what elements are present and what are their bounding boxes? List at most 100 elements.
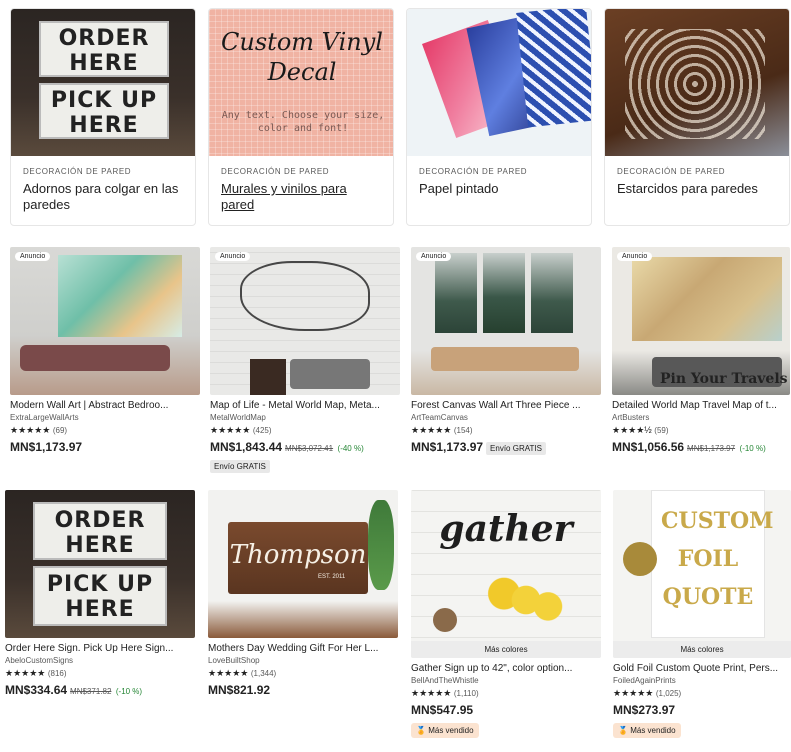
star-rating-icon: ★★★★★ xyxy=(210,425,251,435)
rating: ★★★★★ (69) xyxy=(10,425,200,436)
star-rating-icon: ★★★★★ xyxy=(411,425,452,435)
product-title[interactable]: Order Here Sign. Pick Up Here Sign... xyxy=(5,643,195,654)
category-kicker: DECORACIÓN DE PARED xyxy=(617,167,726,176)
ad-badge: Anuncio xyxy=(215,252,251,261)
bestseller-label: Más vendido xyxy=(630,726,676,735)
price: MN$821.92 xyxy=(208,683,271,697)
category-title[interactable]: Adornos para colgar en las paredes xyxy=(23,181,183,213)
category-card-wallpaper[interactable]: DECORACIÓN DE PARED Papel pintado xyxy=(406,8,592,226)
sofa xyxy=(431,347,579,371)
ad-badge: Anuncio xyxy=(416,252,452,261)
category-image xyxy=(407,9,591,156)
review-count: (425) xyxy=(252,426,272,435)
abstract-artwork xyxy=(58,255,182,337)
category-kicker: DECORACIÓN DE PARED xyxy=(23,167,132,176)
thompson-script: Thompson xyxy=(229,540,367,570)
canvas-panel-right xyxy=(531,253,573,333)
free-shipping-badge: Envío GRATIS xyxy=(486,442,546,455)
shop-name[interactable]: AbeloCustomSigns xyxy=(5,656,195,665)
product-card[interactable]: Anuncio Forest Canvas Wall Art Three Pie… xyxy=(411,247,601,456)
rating: ★★★★★ (154) xyxy=(411,425,601,436)
original-price: MN$3,072.41 xyxy=(285,444,334,453)
discount: (-10 %) xyxy=(115,687,143,696)
stencil-pattern xyxy=(625,29,765,139)
product-image[interactable]: ORDER HERE PICK UP HERE xyxy=(5,490,195,638)
product-title[interactable]: Gold Foil Custom Quote Print, Pers... xyxy=(613,663,791,674)
shop-name[interactable]: ArtBusters xyxy=(612,413,790,422)
bestseller-badge: 🏅 Más vendido xyxy=(411,723,479,738)
bird-figurine xyxy=(433,608,457,632)
rating: ★★★★★ (1,344) xyxy=(208,668,398,679)
original-price: MN$371.82 xyxy=(70,687,112,696)
category-card-hanging[interactable]: ORDER HERE PICK UP HERE DECORACIÓN DE PA… xyxy=(10,8,196,226)
wallpaper-sample-pattern xyxy=(516,9,591,128)
bestseller-label: Más vendido xyxy=(428,726,474,735)
est-text: EST. 2011 xyxy=(318,574,346,580)
review-count: (1,025) xyxy=(655,689,682,698)
product-image[interactable]: Anuncio xyxy=(10,247,200,395)
shop-name[interactable]: BellAndTheWhistle xyxy=(411,676,601,685)
ad-badge: Anuncio xyxy=(617,252,653,261)
shop-name[interactable]: LoveBuiltShop xyxy=(208,656,398,665)
review-count: (69) xyxy=(52,426,68,435)
product-card[interactable]: Anuncio Modern Wall Art | Abstract Bedro… xyxy=(10,247,200,456)
category-card-stencils[interactable]: DECORACIÓN DE PARED Estarcidos para pare… xyxy=(604,8,790,226)
price: MN$334.64 xyxy=(5,683,68,697)
price: MN$273.97 xyxy=(613,703,676,717)
product-card[interactable]: ORDER HERE PICK UP HERE Order Here Sign.… xyxy=(5,490,195,699)
product-card[interactable]: gather Más colores Gather Sign up to 42"… xyxy=(411,490,601,738)
shop-name[interactable]: MetalWorldMap xyxy=(210,413,400,422)
product-title[interactable]: Modern Wall Art | Abstract Bedroo... xyxy=(10,400,200,411)
category-title[interactable]: Murales y vinilos para pared xyxy=(221,181,381,213)
product-title[interactable]: Forest Canvas Wall Art Three Piece ... xyxy=(411,400,601,411)
review-count: (816) xyxy=(47,669,67,678)
more-colors-label[interactable]: Más colores xyxy=(613,641,791,658)
product-title[interactable]: Mothers Day Wedding Gift For Her L... xyxy=(208,643,398,654)
category-kicker: DECORACIÓN DE PARED xyxy=(419,167,528,176)
star-rating-icon: ★★★★★ xyxy=(208,668,249,678)
category-title[interactable]: Estarcidos para paredes xyxy=(617,181,777,197)
product-image[interactable]: Pin Your Travels Anuncio xyxy=(612,247,790,395)
review-count: (154) xyxy=(453,426,473,435)
chair xyxy=(290,359,370,389)
shop-name[interactable]: ArtTeamCanvas xyxy=(411,413,601,422)
canvas-panel-center xyxy=(483,253,525,333)
product-title[interactable]: Detailed World Map Travel Map of t... xyxy=(612,400,790,411)
shop-name[interactable]: ExtraLargeWallArts xyxy=(10,413,200,422)
sofa xyxy=(20,345,170,371)
rating: ★★★★½ (59) xyxy=(612,425,790,436)
side-table xyxy=(250,359,286,395)
bestseller-badge: 🏅 Más vendido xyxy=(613,723,681,738)
plant xyxy=(368,500,394,590)
product-title[interactable]: Gather Sign up to 42", color option... xyxy=(411,663,601,674)
medal-icon: 🏅 xyxy=(618,726,628,735)
rating: ★★★★★ (425) xyxy=(210,425,400,436)
price: MN$1,056.56 xyxy=(612,440,685,454)
product-card[interactable]: Pin Your Travels Anuncio Detailed World … xyxy=(612,247,790,456)
product-image[interactable]: Thompson EST. 2011 xyxy=(208,490,398,638)
product-image[interactable]: Anuncio xyxy=(411,247,601,395)
category-title[interactable]: Papel pintado xyxy=(419,181,579,197)
category-image: ORDER HERE PICK UP HERE xyxy=(11,9,195,156)
price: MN$547.95 xyxy=(411,703,474,717)
shop-name[interactable]: FoiledAgainPrints xyxy=(613,676,791,685)
category-card-murals[interactable]: Custom Vinyl Decal Any text. Choose your… xyxy=(208,8,394,226)
canvas-panel-left xyxy=(435,253,477,333)
category-image xyxy=(605,9,789,156)
star-rating-icon: ★★★★★ xyxy=(5,668,46,678)
more-colors-label[interactable]: Más colores xyxy=(411,641,601,658)
metal-world-map xyxy=(240,261,370,331)
foil-quote-text: CUSTOM FOIL QUOTE xyxy=(661,508,774,610)
product-image[interactable]: Anuncio xyxy=(210,247,400,395)
product-image[interactable]: CUSTOM FOIL QUOTE Más colores xyxy=(613,490,791,658)
product-card[interactable]: Anuncio Map of Life - Metal World Map, M… xyxy=(210,247,400,474)
rating: ★★★★★ (1,025) xyxy=(613,688,791,699)
product-title[interactable]: Map of Life - Metal World Map, Meta... xyxy=(210,400,400,411)
product-card[interactable]: CUSTOM FOIL QUOTE Más colores Gold Foil … xyxy=(613,490,791,738)
product-card[interactable]: Thompson EST. 2011 Mothers Day Wedding G… xyxy=(208,490,398,699)
product-image[interactable]: gather Más colores xyxy=(411,490,601,658)
world-map-art xyxy=(632,257,782,341)
free-shipping-badge: Envío GRATIS xyxy=(210,460,270,473)
review-count: (1,110) xyxy=(453,689,479,698)
review-count: (59) xyxy=(654,426,669,435)
